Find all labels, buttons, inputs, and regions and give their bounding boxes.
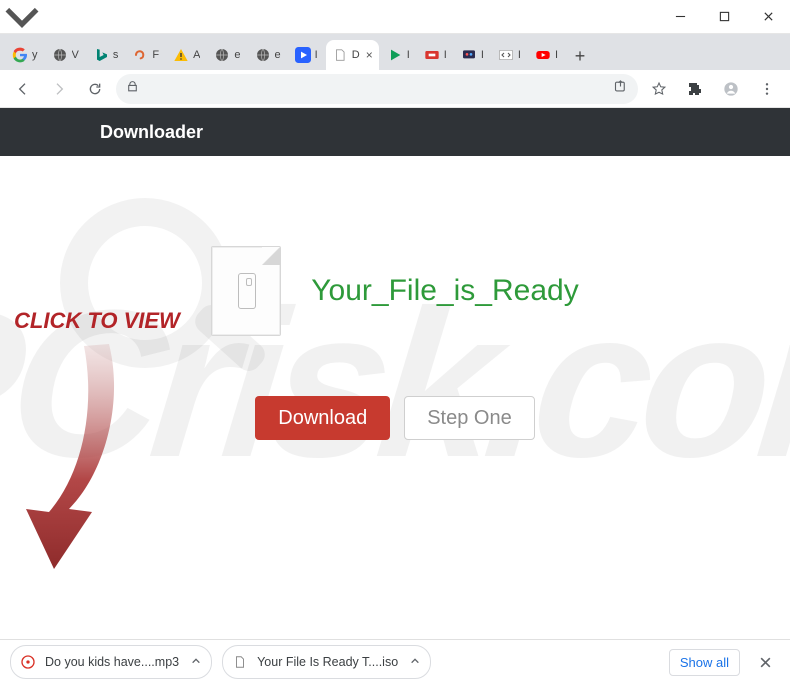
reload-button[interactable] [80, 74, 110, 104]
generic-file-icon [231, 653, 249, 671]
window-close-button[interactable] [746, 0, 790, 34]
kebab-menu-button[interactable] [752, 74, 782, 104]
url-input[interactable] [147, 81, 605, 96]
new-tab-button[interactable]: + [566, 42, 594, 70]
bing-icon [93, 47, 109, 63]
tab-label: D [352, 49, 360, 61]
tab-strip: yVsFAeeID×IIIII+ [0, 34, 790, 70]
browser-tab[interactable]: I [455, 40, 490, 70]
green-play-icon [387, 47, 403, 63]
address-bar[interactable] [116, 74, 638, 104]
curved-arrow-icon [14, 334, 144, 584]
show-all-downloads-button[interactable]: Show all [669, 649, 740, 676]
download-item-name: Your File Is Ready T....iso [257, 655, 398, 669]
globe-dark-icon [52, 47, 68, 63]
tab-label: I [444, 49, 447, 61]
close-downloads-bar-button[interactable] [750, 647, 780, 677]
download-button[interactable]: Download [255, 396, 390, 440]
zip-file-icon [211, 246, 281, 336]
chevron-up-icon[interactable] [410, 656, 420, 669]
browser-tab-active[interactable]: D× [326, 40, 379, 70]
tab-label: e [234, 49, 240, 61]
browser-tab[interactable]: I [418, 40, 453, 70]
tab-label: I [481, 49, 484, 61]
tab-label: A [193, 49, 200, 61]
tab-label: I [518, 49, 521, 61]
forward-button[interactable] [44, 74, 74, 104]
audio-file-icon [19, 653, 37, 671]
tab-label: F [152, 49, 159, 61]
tab-label: e [275, 49, 281, 61]
google-icon [12, 47, 28, 63]
browser-tab[interactable]: I [289, 40, 324, 70]
warn-icon [173, 47, 189, 63]
downloads-bar: Do you kids have....mp3 Your File Is Rea… [0, 639, 790, 684]
red-swirl-icon [132, 47, 148, 63]
chevron-up-icon[interactable] [191, 656, 201, 669]
browser-tab[interactable]: I [492, 40, 527, 70]
window-titlebar [0, 0, 790, 34]
globe-dark-icon [214, 47, 230, 63]
share-icon[interactable] [613, 79, 628, 99]
extensions-button[interactable] [680, 74, 710, 104]
tab-label: I [315, 49, 318, 61]
globe-dark-icon [255, 47, 271, 63]
tab-label: y [32, 49, 38, 61]
browser-tab[interactable]: s [87, 40, 125, 70]
tab-label: s [113, 49, 119, 61]
page-title: Downloader [0, 108, 790, 156]
tab-close-icon[interactable]: × [366, 48, 373, 62]
tab-label: I [555, 49, 558, 61]
download-item[interactable]: Do you kids have....mp3 [10, 645, 212, 679]
blue-play-icon [295, 47, 311, 63]
browser-tab[interactable]: e [249, 40, 287, 70]
window-chevron-icon[interactable] [0, 0, 44, 34]
browser-tab[interactable]: I [529, 40, 564, 70]
browser-tab[interactable]: A [167, 40, 206, 70]
window-minimize-button[interactable] [658, 0, 702, 34]
click-to-view-overlay: CLICK TO VIEW [14, 308, 180, 589]
browser-tab[interactable]: V [46, 40, 85, 70]
window-maximize-button[interactable] [702, 0, 746, 34]
youtube-icon [535, 47, 551, 63]
bookmark-star-button[interactable] [644, 74, 674, 104]
profile-button[interactable] [716, 74, 746, 104]
tv-icon [461, 47, 477, 63]
download-item-name: Do you kids have....mp3 [45, 655, 179, 669]
back-button[interactable] [8, 74, 38, 104]
browser-tab[interactable]: I [381, 40, 416, 70]
browser-tab[interactable]: y [6, 40, 44, 70]
step-one-button[interactable]: Step One [404, 396, 535, 440]
browser-tab[interactable]: e [208, 40, 246, 70]
doc-icon [332, 47, 348, 63]
download-item[interactable]: Your File Is Ready T....iso [222, 645, 431, 679]
browser-tab[interactable]: F [126, 40, 165, 70]
tab-label: I [407, 49, 410, 61]
browser-toolbar [0, 70, 790, 108]
file-ready-text: Your_File_is_Ready [311, 274, 578, 308]
page-viewport: Downloader PCrisk.com CLICK TO VIEW Your… [0, 108, 790, 639]
lock-icon [126, 80, 139, 98]
code-icon [498, 47, 514, 63]
tab-label: V [72, 49, 79, 61]
click-to-view-text: CLICK TO VIEW [14, 308, 180, 334]
red-rect-icon [424, 47, 440, 63]
